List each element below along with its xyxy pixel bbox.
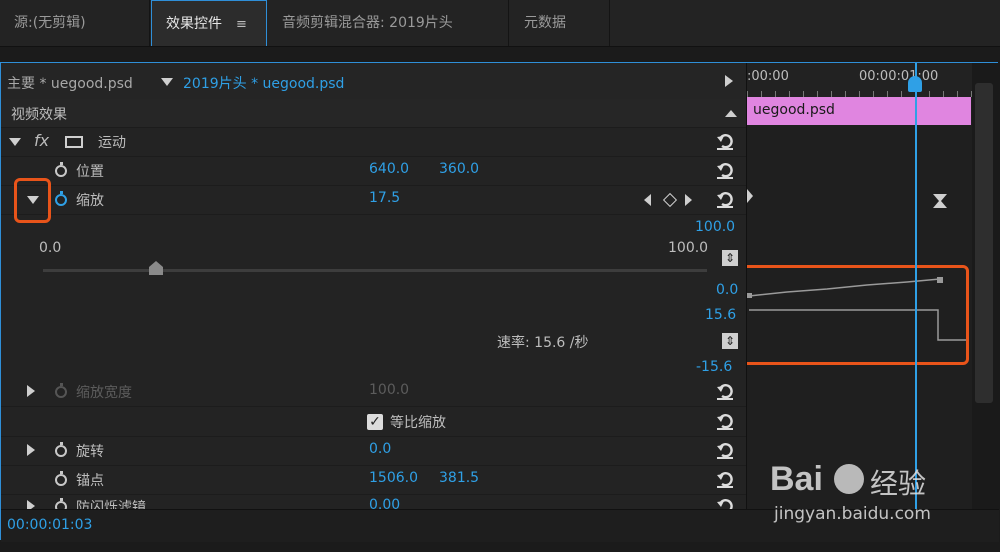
tab-effect-controls[interactable]: 效果控件 ≡ xyxy=(151,0,267,46)
prev-keyframe-icon[interactable] xyxy=(644,194,651,206)
scale-value[interactable]: 17.5 xyxy=(369,190,400,206)
scale-label: 缩放 xyxy=(76,193,104,209)
expand-rotation-icon[interactable] xyxy=(27,444,35,456)
scale-width-label: 缩放宽度 xyxy=(76,385,132,401)
stopwatch-scale-width-icon xyxy=(55,383,67,398)
effect-row-motion: fx 运动 xyxy=(1,127,746,157)
keyframe-start-icon[interactable] xyxy=(747,189,753,203)
velocity-zoom-icon[interactable]: ⇕ xyxy=(722,333,738,349)
scale-slider-handle[interactable] xyxy=(149,261,163,275)
stopwatch-position-icon[interactable] xyxy=(55,162,67,177)
stopwatch-scale-icon[interactable] xyxy=(55,191,67,206)
scale-slider-track[interactable] xyxy=(43,269,707,272)
collapse-up-icon[interactable] xyxy=(725,110,737,117)
graph-highlight-box xyxy=(747,265,969,365)
reset-motion-icon[interactable] xyxy=(715,131,735,151)
property-row-position: 位置 640.0 360.0 xyxy=(1,156,746,186)
clip-header: 主要 * uegood.psd 2019片头 * uegood.psd xyxy=(1,63,746,100)
property-row-rotation: 旋转 0.0 xyxy=(1,436,746,466)
add-keyframe-icon[interactable] xyxy=(662,192,678,208)
current-timecode[interactable]: 00:00:01:03 xyxy=(7,517,92,533)
property-row-scale-width: 缩放宽度 100.0 xyxy=(1,377,746,407)
tab-audio-clip-mixer[interactable]: 音频剪辑混合器: 2019片头 xyxy=(268,0,509,46)
tab-menu-icon[interactable]: ≡ xyxy=(236,17,247,32)
tab-audio-clip-mixer-label: 音频剪辑混合器: 2019片头 xyxy=(282,15,453,31)
transform-box-icon[interactable] xyxy=(65,136,83,148)
ruler-tick-label: 00:00:01:00 xyxy=(859,69,939,84)
watermark-brand2: 经验 xyxy=(870,467,927,500)
position-y-value[interactable]: 360.0 xyxy=(439,161,479,177)
scale-width-value: 100.0 xyxy=(369,382,410,398)
playhead-line[interactable] xyxy=(915,63,917,509)
reset-uniform-scale-icon[interactable] xyxy=(715,411,735,431)
expand-scale-width-icon[interactable] xyxy=(27,385,35,397)
keyframe-end-icon[interactable] xyxy=(933,194,947,208)
timeline-scrollbar[interactable] xyxy=(972,63,1000,509)
baidu-paw-icon xyxy=(834,464,864,494)
uniform-scale-label: 等比缩放 xyxy=(390,415,446,431)
tab-metadata[interactable]: 元数据 xyxy=(510,0,610,46)
next-keyframe-icon[interactable] xyxy=(685,194,692,206)
fx-icon[interactable]: fx xyxy=(34,131,49,150)
anti-flicker-value[interactable]: 0.00 xyxy=(369,497,400,509)
tab-source[interactable]: 源:(无剪辑) xyxy=(0,0,150,46)
velocity-max-label: 15.6 xyxy=(705,307,737,323)
expand-motion-icon[interactable] xyxy=(9,138,21,146)
property-row-anti-flicker: 防闪烁滤镜 0.00 xyxy=(1,494,746,509)
value-axis-min-label: 0.0 xyxy=(716,282,739,298)
watermark-brand: Bai xyxy=(770,460,823,498)
anti-flicker-label: 防闪烁滤镜 xyxy=(76,500,146,509)
watermark: Bai 经验 jingyan.baidu.com xyxy=(770,460,980,530)
property-row-scale: 缩放 17.5 xyxy=(1,185,746,215)
sequence-clip-label[interactable]: 2019片头 * uegood.psd xyxy=(183,73,344,93)
timeline-scroll-thumb[interactable] xyxy=(975,83,993,403)
clip-name: uegood.psd xyxy=(753,102,835,118)
watermark-site: jingyan.baidu.com xyxy=(774,504,931,524)
tab-effect-controls-label: 效果控件 xyxy=(166,16,222,32)
anchor-x-value[interactable]: 1506.0 xyxy=(369,470,418,486)
timeline-area: :00:00 00:00:01:00 uegood.psd xyxy=(746,63,1000,509)
video-effects-header: 视频效果 xyxy=(1,99,746,128)
sequence-dropdown-icon[interactable] xyxy=(161,78,173,86)
rotation-value[interactable]: 0.0 xyxy=(369,441,391,457)
stopwatch-anti-flicker-icon[interactable] xyxy=(55,498,67,509)
position-label: 位置 xyxy=(76,164,104,180)
anchor-label: 锚点 xyxy=(76,473,104,489)
motion-label: 运动 xyxy=(98,135,126,151)
effect-properties-area: 主要 * uegood.psd 2019片头 * uegood.psd 视频效果… xyxy=(1,63,746,509)
clip-bar[interactable]: uegood.psd xyxy=(747,97,971,125)
tab-metadata-label: 元数据 xyxy=(524,15,566,31)
velocity-readout: 速率: 15.6 /秒 xyxy=(497,335,589,351)
rotation-label: 旋转 xyxy=(76,444,104,460)
reset-position-icon[interactable] xyxy=(715,160,735,180)
slider-min-label: 0.0 xyxy=(39,240,62,256)
scale-graph-area: 100.0 0.0 100.0 ⇕ 0.0 15.6 ⇕ 速率: 15.6 /秒… xyxy=(1,215,746,375)
graph-max-label: 100.0 xyxy=(695,219,736,235)
slider-max-label: 100.0 xyxy=(668,240,709,256)
reset-scale-width-icon[interactable] xyxy=(715,381,735,401)
graph-zoom-icon[interactable]: ⇕ xyxy=(722,250,738,266)
panel-tab-bar: 源:(无剪辑) 效果控件 ≡ 音频剪辑混合器: 2019片头 元数据 xyxy=(0,0,1000,47)
reset-anti-flicker-icon[interactable] xyxy=(715,496,735,509)
expand-anti-flicker-icon[interactable] xyxy=(27,500,35,509)
property-row-anchor: 锚点 1506.0 381.5 xyxy=(1,465,746,495)
uniform-scale-checkbox[interactable]: ✓ xyxy=(367,414,383,430)
reset-scale-icon[interactable] xyxy=(715,189,735,209)
property-row-uniform-scale: ✓ 等比缩放 xyxy=(1,407,746,437)
anchor-y-value[interactable]: 381.5 xyxy=(439,470,479,486)
stopwatch-rotation-icon[interactable] xyxy=(55,442,67,457)
stopwatch-anchor-icon[interactable] xyxy=(55,471,67,486)
video-effects-title: 视频效果 xyxy=(11,107,67,123)
velocity-min-label: -15.6 xyxy=(696,359,733,375)
master-clip-label[interactable]: 主要 * uegood.psd xyxy=(7,73,133,93)
reset-rotation-icon[interactable] xyxy=(715,440,735,460)
reset-anchor-icon[interactable] xyxy=(715,469,735,489)
tab-source-label: 源:(无剪辑) xyxy=(14,15,86,31)
position-x-value[interactable]: 640.0 xyxy=(369,161,409,177)
ruler-start-label: :00:00 xyxy=(747,69,789,84)
time-ruler[interactable]: :00:00 00:00:01:00 xyxy=(747,63,1000,97)
playhead-handle[interactable] xyxy=(908,76,922,92)
show-timeline-arrow-icon[interactable] xyxy=(725,75,733,87)
